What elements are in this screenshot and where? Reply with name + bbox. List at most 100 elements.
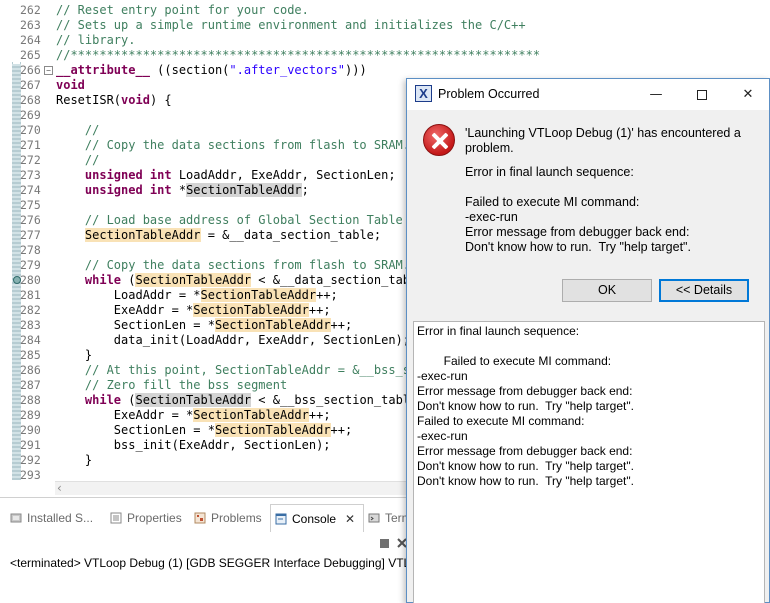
details-text-area[interactable]: Error in final launch sequence: Failed t… bbox=[413, 321, 765, 603]
minimize-button[interactable]: — bbox=[633, 79, 679, 110]
code-token: SectionLen = * bbox=[56, 423, 215, 437]
code-text: // Zero fill the bss segment bbox=[56, 378, 287, 393]
scroll-left-arrow-icon[interactable]: ‹ bbox=[57, 481, 62, 495]
code-token: void bbox=[56, 78, 85, 92]
code-token: ) { bbox=[149, 93, 172, 107]
code-text: // Sets up a simple runtime environment … bbox=[56, 18, 526, 33]
code-token: bss_init(ExeAddr, SectionLen); bbox=[56, 438, 331, 452]
console-status-text: <terminated> VTLoop Debug (1) [GDB SEGGE… bbox=[10, 556, 424, 570]
line-number: 274 bbox=[20, 183, 41, 197]
fold-toggle-icon[interactable]: − bbox=[44, 66, 53, 75]
code-token: SectionTableAddr bbox=[186, 183, 302, 197]
line-number: 277 bbox=[20, 228, 41, 242]
details-line: -exec-run bbox=[417, 369, 468, 383]
code-token: // Sets up a simple runtime environment … bbox=[56, 18, 526, 32]
code-text: ExeAddr = *SectionTableAddr++; bbox=[56, 303, 331, 318]
tab-installed-software[interactable]: Installed S... bbox=[6, 504, 97, 532]
details-line: Don't know how to run. Try "help target"… bbox=[417, 459, 634, 473]
tab-label: Properties bbox=[127, 511, 182, 525]
code-token: ++; bbox=[308, 408, 331, 422]
code-text: SectionLen = *SectionTableAddr++; bbox=[56, 423, 352, 438]
code-text: while (SectionTableAddr < &__data_sectio… bbox=[56, 273, 424, 288]
line-number: 285 bbox=[20, 348, 41, 362]
tab-console[interactable]: Console ✕ bbox=[270, 504, 364, 532]
code-text: ExeAddr = *SectionTableAddr++; bbox=[56, 408, 331, 423]
ok-button[interactable]: OK bbox=[562, 279, 652, 302]
code-token: ; bbox=[301, 183, 309, 197]
line-number: 267 bbox=[20, 78, 41, 92]
code-token: ".after_vectors" bbox=[229, 63, 345, 77]
tab-properties[interactable]: Properties bbox=[106, 504, 186, 532]
line-number: 262 bbox=[20, 3, 41, 17]
code-text: // library. bbox=[56, 33, 135, 48]
close-tab-icon[interactable]: ✕ bbox=[345, 512, 355, 526]
code-token: ResetISR( bbox=[56, 93, 122, 107]
code-token: = &__data_section_table; bbox=[200, 228, 382, 242]
code-text: // bbox=[56, 123, 99, 138]
code-token: LoadAddr, ExeAddr, SectionLen; bbox=[171, 168, 396, 182]
code-token: < &__data_section_table bbox=[251, 273, 425, 287]
code-token: ++; bbox=[330, 318, 353, 332]
line-number: 287 bbox=[20, 378, 41, 392]
code-token: LoadAddr = * bbox=[56, 288, 201, 302]
code-token: ( bbox=[121, 393, 136, 407]
code-token: ((section( bbox=[149, 63, 230, 77]
code-token: SectionTableAddr bbox=[135, 273, 252, 287]
line-number: 272 bbox=[20, 153, 41, 167]
line-number: 292 bbox=[20, 453, 41, 467]
code-token: // Copy the data sections from flash to … bbox=[56, 138, 411, 152]
code-text: // Reset entry point for your code. bbox=[56, 3, 309, 18]
dialog-title: Problem Occurred bbox=[438, 87, 540, 101]
details-line: Error message from debugger back end: bbox=[417, 444, 633, 458]
dialog-message-line: Error message from debugger back end: bbox=[465, 225, 690, 239]
problems-icon bbox=[194, 512, 206, 524]
maximize-button[interactable] bbox=[679, 79, 725, 110]
code-line[interactable]: 265 //***********************************… bbox=[0, 48, 770, 63]
terminal-icon bbox=[368, 512, 380, 524]
line-number: 289 bbox=[20, 408, 41, 422]
line-number: 290 bbox=[20, 423, 41, 437]
details-line: -exec-run bbox=[417, 429, 468, 443]
code-token: void bbox=[121, 93, 150, 107]
line-number: 291 bbox=[20, 438, 41, 452]
code-token: unsigned int bbox=[84, 183, 172, 197]
code-line[interactable]: 264 // library. bbox=[0, 33, 770, 48]
editor-horizontal-scrollbar[interactable]: ‹ bbox=[55, 481, 407, 495]
line-number: 283 bbox=[20, 318, 41, 332]
minimize-icon: — bbox=[649, 87, 663, 102]
code-token: // library. bbox=[56, 33, 136, 47]
line-number: 271 bbox=[20, 138, 41, 152]
code-token: SectionLen = * bbox=[56, 318, 215, 332]
code-line[interactable]: 266− __attribute__ ((section(".after_vect… bbox=[0, 63, 770, 78]
code-token: SectionTableAddr bbox=[214, 423, 331, 437]
code-text: unsigned int LoadAddr, ExeAddr, SectionL… bbox=[56, 168, 396, 183]
code-text: data_init(LoadAddr, ExeAddr, SectionLen)… bbox=[56, 333, 410, 348]
code-token: } bbox=[56, 348, 93, 362]
code-token: ExeAddr = * bbox=[56, 408, 194, 422]
code-line[interactable]: 262 // Reset entry point for your code. bbox=[0, 3, 770, 18]
code-token: } bbox=[56, 453, 93, 467]
dialog-message-line: Failed to execute MI command: bbox=[465, 195, 640, 209]
code-text: bss_init(ExeAddr, SectionLen); bbox=[56, 438, 331, 453]
code-text: unsigned int *SectionTableAddr; bbox=[56, 183, 309, 198]
code-token: // bbox=[56, 153, 100, 167]
line-number: 268 bbox=[20, 93, 41, 107]
details-button[interactable]: << Details bbox=[659, 279, 749, 302]
line-number: 275 bbox=[20, 198, 41, 212]
line-number: 276 bbox=[20, 213, 41, 227]
code-text: __attribute__ ((section(".after_vectors"… bbox=[56, 63, 367, 78]
tab-problems[interactable]: Problems bbox=[190, 504, 266, 532]
details-line: Failed to execute MI command: bbox=[417, 354, 612, 368]
line-number: 269 bbox=[20, 108, 41, 122]
close-button[interactable]: ✕ bbox=[725, 79, 770, 110]
tab-label: Console bbox=[292, 511, 337, 526]
terminate-icon bbox=[380, 539, 389, 548]
dialog-message: 'Launching VTLoop Debug (1)' has encount… bbox=[465, 126, 741, 155]
code-line[interactable]: 263 // Sets up a simple runtime environme… bbox=[0, 18, 770, 33]
line-number: 279 bbox=[20, 258, 41, 272]
code-token: ++; bbox=[308, 303, 331, 317]
code-token: ++; bbox=[316, 288, 338, 302]
remove-launch-icon bbox=[397, 538, 407, 548]
dialog-titlebar[interactable]: X Problem Occurred — ✕ bbox=[407, 79, 769, 110]
